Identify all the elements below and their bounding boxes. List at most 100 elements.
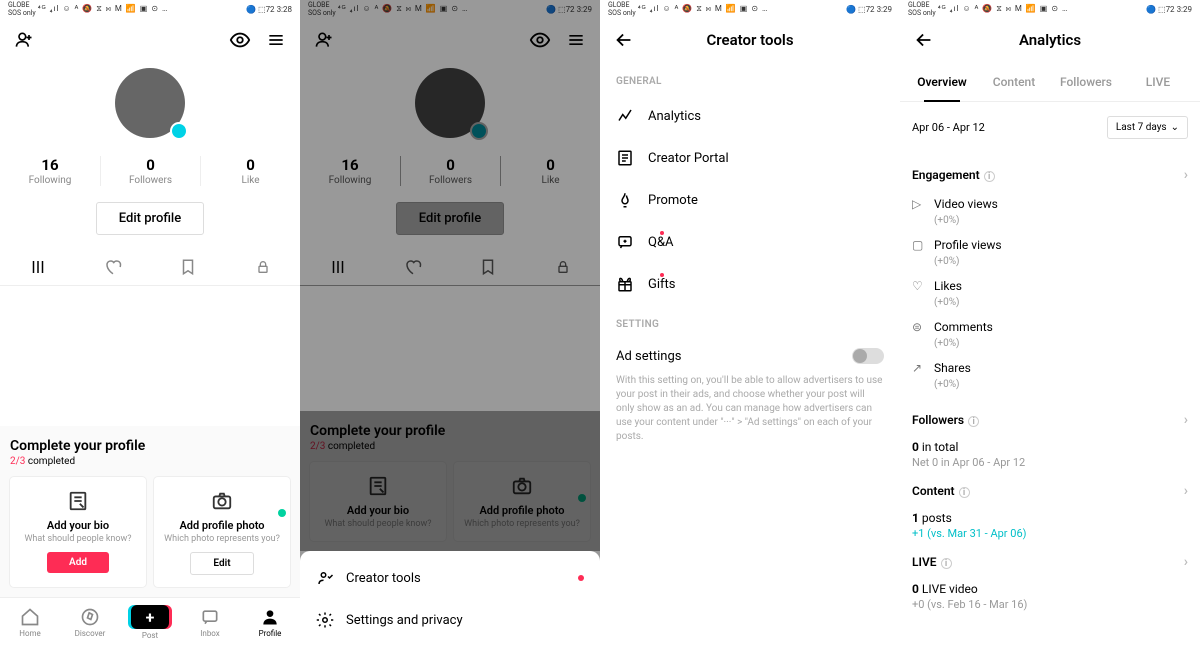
card-add-photo: Add profile photo Which photo represents… bbox=[154, 477, 290, 587]
complete-progress: 2/3 completed bbox=[10, 456, 290, 467]
live-delta: +0 (vs. Feb 16 - Mar 16) bbox=[912, 598, 1188, 611]
info-icon: i bbox=[941, 558, 952, 569]
creator-tools-screen: GLOBESOS only ⁴ᴳ ₄ıl ☺ ᴬ 🔕 ⧖ ⋈ M 📶 ▣ ⊙ …… bbox=[600, 0, 900, 647]
item-gifts[interactable]: Gifts bbox=[600, 263, 900, 305]
metric-likes-delta: (+0%) bbox=[912, 297, 1188, 316]
creator-topbar: Creator tools bbox=[600, 18, 900, 62]
ad-settings-description: With this setting on, you'll be able to … bbox=[600, 374, 900, 454]
metric-video-views[interactable]: ▷Video views bbox=[912, 193, 1188, 215]
date-range-button[interactable]: Last 7 days⌄ bbox=[1107, 116, 1188, 139]
eye-icon[interactable] bbox=[228, 28, 252, 52]
status-bar: GLOBESOS only ⁴ᴳ ₄ıl ☺ ᴬ 🔕 ⧖ ⋈ M 📶 ▣ ⊙ …… bbox=[600, 0, 900, 18]
metric-likes[interactable]: ♡Likes bbox=[912, 275, 1188, 297]
section-engagement[interactable]: Engagementi› bbox=[912, 153, 1188, 193]
followers-total: 0 in total bbox=[912, 438, 1188, 456]
metric-profile-views[interactable]: ▢Profile views bbox=[912, 234, 1188, 256]
tab-liked[interactable] bbox=[75, 249, 150, 285]
nav-post[interactable]: +Post bbox=[120, 598, 180, 647]
chevron-right-icon: › bbox=[1184, 554, 1188, 570]
back-icon[interactable] bbox=[912, 28, 936, 52]
notification-dot-icon bbox=[578, 575, 584, 581]
edit-profile-button[interactable]: Edit profile bbox=[396, 202, 504, 235]
complete-title: Complete your profile bbox=[10, 438, 290, 454]
likes-stat[interactable]: 0Like bbox=[200, 156, 300, 186]
card-photo-sub: Which photo represents you? bbox=[162, 534, 282, 544]
followers-stat[interactable]: 0Followers bbox=[100, 156, 200, 186]
status-bar: GLOBESOS only ⁴ᴳ ₄ıl ☺ ᴬ 🔕 ⧖ ⋈ M 📶 ▣ ⊙ …… bbox=[300, 0, 600, 18]
tab-content[interactable]: Content bbox=[978, 62, 1050, 101]
menu-icon[interactable] bbox=[264, 28, 288, 52]
chevron-right-icon: › bbox=[1184, 167, 1188, 183]
menu-sheet: Creator tools Settings and privacy bbox=[300, 551, 600, 647]
camera-icon bbox=[162, 489, 282, 513]
stats-row: 16Following 0Followers 0Like bbox=[0, 156, 300, 186]
section-live[interactable]: LIVEi› bbox=[912, 540, 1188, 580]
edit-photo-button[interactable]: Edit bbox=[190, 552, 253, 575]
date-range-text: Apr 06 - Apr 12 bbox=[912, 121, 985, 134]
info-icon: i bbox=[959, 487, 970, 498]
item-qa[interactable]: Q&A bbox=[600, 221, 900, 263]
item-creator-portal[interactable]: Creator Portal bbox=[600, 137, 900, 179]
ad-settings-row: Ad settings bbox=[600, 338, 900, 374]
info-icon: i bbox=[984, 171, 995, 182]
avatar-badge-icon bbox=[170, 122, 188, 140]
profile-menu-screen: GLOBESOS only ⁴ᴳ ₄ıl ☺ ᴬ 🔕 ⧖ ⋈ M 📶 ▣ ⊙ …… bbox=[300, 0, 600, 647]
analytics-screen: GLOBESOS only ⁴ᴳ ₄ıl ☺ ᴬ 🔕 ⧖ ⋈ M 📶 ▣ ⊙ …… bbox=[900, 0, 1200, 647]
chevron-down-icon: ⌄ bbox=[1171, 122, 1179, 133]
tab-saved[interactable] bbox=[150, 249, 225, 285]
notification-dot-icon bbox=[660, 273, 664, 277]
tab-overview[interactable]: Overview bbox=[906, 62, 978, 101]
ad-settings-toggle[interactable] bbox=[852, 348, 884, 364]
menu-icon[interactable] bbox=[564, 28, 588, 52]
status-bar: GLOBESOS only ⁴ᴳ ₄ıl ☺ ᴬ 🔕 ⧖ ⋈ M 📶 ▣ ⊙ …… bbox=[900, 0, 1200, 18]
profile-screen: GLOBESOS only ⁴ᴳ ₄ıl ☺ ᴬ 🔕 ⧖ ⋈ M 📶 ▣ ⊙ …… bbox=[0, 0, 300, 647]
metric-video-delta: (+0%) bbox=[912, 215, 1188, 234]
bio-icon bbox=[18, 489, 138, 513]
add-user-icon[interactable] bbox=[12, 28, 36, 52]
metric-comments-delta: (+0%) bbox=[912, 338, 1188, 357]
metric-comments[interactable]: ⊜Comments bbox=[912, 316, 1188, 338]
menu-settings[interactable]: Settings and privacy bbox=[300, 599, 600, 641]
tab-private[interactable] bbox=[225, 249, 300, 285]
live-count: 0 LIVE video bbox=[912, 580, 1188, 598]
tab-live[interactable]: LIVE bbox=[1122, 62, 1194, 101]
following-stat[interactable]: 16Following bbox=[0, 156, 100, 186]
card-add-bio: Add your bio What should people know? Ad… bbox=[10, 477, 146, 587]
add-user-icon[interactable] bbox=[312, 28, 336, 52]
item-promote[interactable]: Promote bbox=[600, 179, 900, 221]
status-bar: GLOBESOS only ⁴ᴳ ₄ıl ☺ ᴬ 🔕 ⧖ ⋈ M 📶 ▣ ⊙ …… bbox=[0, 0, 300, 18]
tab-followers[interactable]: Followers bbox=[1050, 62, 1122, 101]
metric-shares[interactable]: ↗Shares bbox=[912, 357, 1188, 379]
nav-home[interactable]: Home bbox=[0, 598, 60, 647]
tab-grid[interactable] bbox=[0, 249, 75, 285]
post-button-icon[interactable]: + bbox=[131, 605, 169, 629]
share-icon: ↗ bbox=[912, 361, 926, 375]
notification-dot-icon bbox=[660, 231, 664, 235]
menu-creator-tools[interactable]: Creator tools bbox=[300, 557, 600, 599]
content-delta: +1 (vs. Mar 31 - Apr 06) bbox=[912, 527, 1188, 540]
chevron-right-icon: › bbox=[1184, 412, 1188, 428]
date-range-row: Apr 06 - Apr 12 Last 7 days⌄ bbox=[900, 102, 1200, 153]
analytics-tabs: Overview Content Followers LIVE bbox=[900, 62, 1200, 102]
chevron-right-icon: › bbox=[1184, 483, 1188, 499]
item-analytics[interactable]: Analytics bbox=[600, 95, 900, 137]
back-icon[interactable] bbox=[612, 28, 636, 52]
content-posts: 1 posts bbox=[912, 509, 1188, 527]
eye-icon[interactable] bbox=[528, 28, 552, 52]
edit-profile-button[interactable]: Edit profile bbox=[96, 202, 204, 235]
analytics-topbar: Analytics bbox=[900, 18, 1200, 62]
creator-title: Creator tools bbox=[600, 31, 900, 49]
card-photo-title: Add profile photo bbox=[162, 519, 282, 532]
nav-discover[interactable]: Discover bbox=[60, 598, 120, 647]
nav-profile[interactable]: Profile bbox=[240, 598, 300, 647]
section-content[interactable]: Contenti› bbox=[912, 469, 1188, 509]
avatar[interactable] bbox=[114, 68, 186, 138]
section-followers[interactable]: Followersi› bbox=[912, 398, 1188, 438]
play-icon: ▷ bbox=[912, 197, 926, 211]
add-bio-button[interactable]: Add bbox=[47, 552, 109, 573]
info-icon: i bbox=[968, 416, 979, 427]
nav-inbox[interactable]: Inbox bbox=[180, 598, 240, 647]
comment-icon: ⊜ bbox=[912, 320, 926, 334]
metric-profile-delta: (+0%) bbox=[912, 256, 1188, 275]
section-setting: SETTING bbox=[600, 305, 900, 338]
